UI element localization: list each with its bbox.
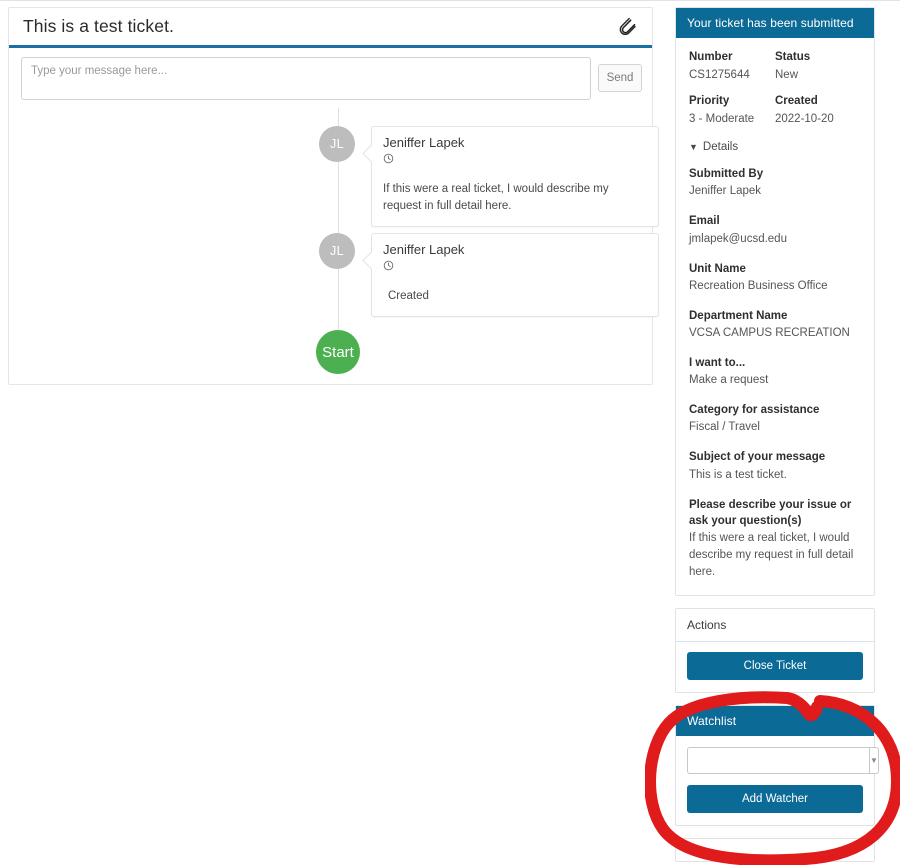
page-title: This is a test ticket. [23, 16, 174, 36]
clock-icon [383, 151, 394, 169]
actions-panel-body: Close Ticket [676, 642, 874, 692]
message-meta [383, 154, 647, 167]
actions-panel: Actions Close Ticket [675, 607, 875, 693]
field-value: If this were a real ticket, I would desc… [689, 532, 854, 579]
message-author: Jeniffer Lapek [383, 135, 465, 150]
field-i-want-to: I want to... Make a request [689, 355, 861, 389]
field-label: Category for assistance [689, 404, 820, 417]
timeline-entry: JL Jeniffer Lapek If this were a real ti… [319, 126, 659, 228]
chevron-down-icon[interactable]: ▼ [869, 746, 879, 774]
summary-label: Created [775, 95, 818, 108]
field-value: This is a test ticket. [689, 468, 787, 481]
message-bubble: Jeniffer Lapek Created [371, 233, 659, 318]
summary-value: 2022-10-20 [775, 112, 834, 125]
clock-icon [383, 258, 394, 276]
chevron-down-icon: ▼ [689, 141, 698, 152]
submitted-panel-body: Number CS1275644 Status New Priority 3 -… [676, 38, 874, 595]
field-label: Please describe your issue or ask your q… [689, 498, 852, 527]
summary-cell-status: Status New [775, 50, 861, 83]
field-unit-name: Unit Name Recreation Business Office [689, 261, 861, 295]
summary-cell-created: Created 2022-10-20 [775, 94, 861, 127]
message-body: Created [388, 289, 429, 302]
ticket-conversation-card: This is a test ticket. Send JL Jeniffer … [8, 7, 659, 385]
summary-label: Priority [689, 95, 730, 108]
field-value: jmlapek@ucsd.edu [689, 232, 787, 245]
field-label: I want to... [689, 356, 746, 369]
ticket-submitted-panel: Your ticket has been submitted Number CS… [675, 7, 875, 596]
field-subject: Subject of your message This is a test t… [689, 449, 861, 483]
summary-value: CS1275644 [689, 68, 750, 81]
field-value: Jeniffer Lapek [689, 185, 762, 198]
summary-cell-priority: Priority 3 - Moderate [689, 94, 775, 127]
timeline-start-node: Start [316, 330, 360, 374]
ticket-sidebar: Your ticket has been submitted Number CS… [675, 7, 879, 862]
message-input[interactable] [21, 57, 591, 100]
field-label: Unit Name [689, 262, 746, 275]
field-email: Email jmlapek@ucsd.edu [689, 213, 861, 247]
paperclip-icon[interactable] [614, 14, 640, 40]
field-category: Category for assistance Fiscal / Travel [689, 402, 861, 436]
compose-row: Send [9, 48, 652, 108]
details-toggle[interactable]: ▼ Details [689, 141, 861, 153]
ticket-summary-grid: Number CS1275644 Status New Priority 3 -… [689, 50, 861, 127]
avatar: JL [319, 126, 355, 162]
details-toggle-label: Details [702, 141, 739, 154]
status-badge: New [775, 68, 799, 81]
field-department-name: Department Name VCSA CAMPUS RECREATION [689, 308, 861, 342]
close-ticket-button[interactable]: Close Ticket [687, 651, 863, 680]
field-value: VCSA CAMPUS RECREATION [689, 327, 850, 340]
message-bubble: Jeniffer Lapek If this were a real ticke… [371, 126, 659, 228]
summary-label: Number [689, 51, 733, 63]
field-submitted-by: Submitted By Jeniffer Lapek [689, 166, 861, 200]
field-value: Recreation Business Office [689, 279, 828, 292]
message-author: Jeniffer Lapek [383, 242, 465, 257]
field-label: Department Name [689, 309, 788, 322]
field-value: Fiscal / Travel [689, 421, 760, 434]
ticket-title-bar: This is a test ticket. [9, 8, 652, 48]
message-body: If this were a real ticket, I would desc… [383, 182, 609, 213]
summary-cell-number: Number CS1275644 [689, 50, 775, 83]
watcher-select-row: ▼ [687, 746, 879, 774]
submitted-panel-header: Your ticket has been submitted [676, 8, 874, 38]
actions-panel-header: Actions [676, 608, 874, 642]
message-meta [383, 261, 647, 274]
avatar: JL [319, 233, 355, 269]
timeline-entry: JL Jeniffer Lapek Created [319, 233, 659, 318]
add-watcher-button[interactable]: Add Watcher [687, 784, 863, 813]
send-button[interactable]: Send [598, 64, 642, 92]
summary-value: 3 - Moderate [689, 112, 755, 125]
field-label: Subject of your message [689, 451, 826, 464]
watchlist-panel: Watchlist ▼ Add Watcher [675, 704, 879, 826]
watchlist-panel-header: Watchlist [676, 705, 874, 736]
field-description: Please describe your issue or ask your q… [689, 497, 861, 581]
ticket-page: This is a test ticket. Send JL Jeniffer … [0, 0, 900, 865]
field-label: Email [689, 215, 720, 228]
summary-label: Status [775, 51, 811, 63]
watcher-select-input[interactable] [687, 746, 869, 774]
field-label: Submitted By [689, 168, 764, 181]
watchlist-panel-body: ▼ Add Watcher [676, 736, 879, 825]
field-value: Make a request [689, 374, 769, 387]
next-panel-stub [675, 837, 875, 862]
